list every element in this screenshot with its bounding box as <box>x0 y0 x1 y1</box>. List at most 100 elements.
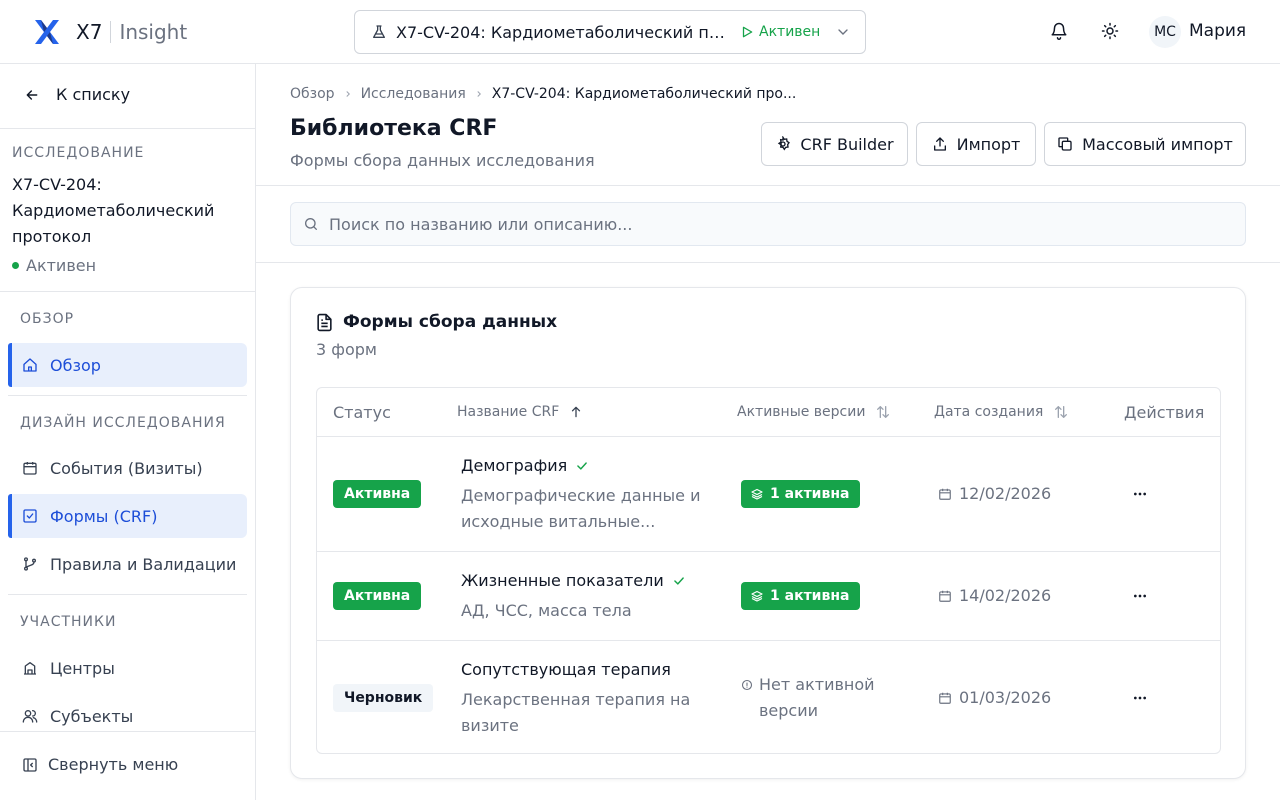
column-label: Статус <box>333 402 391 422</box>
card-title-text: Формы сбора данных <box>343 312 558 332</box>
more-horizontal-icon[interactable] <box>1132 486 1148 502</box>
crf-name[interactable]: Демография <box>461 456 589 475</box>
check-icon <box>577 461 588 470</box>
study-status-text: Активен <box>759 24 821 40</box>
gear-icon <box>778 136 791 151</box>
divider <box>317 551 1220 552</box>
sidebar-item-overview[interactable]: Обзор <box>8 343 247 387</box>
column-header-versions[interactable]: Активные версии <box>737 388 891 436</box>
date-text: 14/02/2026 <box>959 586 1052 605</box>
divider <box>0 731 255 732</box>
layers-icon <box>751 488 763 500</box>
sidebar-item-events[interactable]: События (Визиты) <box>8 446 247 490</box>
no-active-version: Нет активной версии <box>741 672 899 724</box>
more-horizontal-icon[interactable] <box>1132 588 1148 604</box>
search-bar[interactable] <box>290 202 1246 246</box>
sidebar-study-name: X7-CV-204: Кардиометаболический протокол <box>12 175 215 246</box>
crf-description: Демографические данные и исходные виталь… <box>461 486 701 531</box>
section-label-design: ДИЗАЙН ИССЛЕДОВАНИЯ <box>20 415 226 431</box>
column-header-name[interactable]: Название CRF <box>457 388 583 436</box>
logo[interactable]: X7 Insight <box>33 18 187 46</box>
created-date: 01/03/2026 <box>938 688 1051 707</box>
sidebar-item-sites[interactable]: Центры <box>8 646 247 690</box>
sidebar-item-label: Центры <box>50 658 115 678</box>
breadcrumb-current: X7-CV-204: Кардиометаболический про... <box>491 86 797 102</box>
sun-icon[interactable] <box>1101 22 1119 40</box>
divider <box>317 640 1220 641</box>
sidebar: К списку ИССЛЕДОВАНИЕ X7-CV-204: Кардиом… <box>0 64 256 800</box>
collapse-label: Свернуть меню <box>48 755 179 774</box>
date-text: 12/02/2026 <box>959 484 1052 503</box>
main-content: Обзор Исследования X7-CV-204: Кардиомета… <box>256 64 1280 800</box>
arrow-left-icon <box>26 89 38 100</box>
import-button[interactable]: Импорт <box>916 122 1036 166</box>
crf-name-text: Сопутствующая терапия <box>461 660 671 679</box>
avatar[interactable]: МС <box>1149 16 1181 48</box>
product-name: Insight <box>119 20 188 44</box>
search-icon <box>305 218 317 230</box>
breadcrumb-studies[interactable]: Исследования <box>361 86 466 102</box>
crf-name-text: Жизненные показатели <box>461 571 664 590</box>
divider <box>8 395 247 396</box>
sidebar-item-rules[interactable]: Правила и Валидации <box>8 542 247 586</box>
x7-logo-icon <box>35 20 59 44</box>
layers-icon <box>751 590 763 602</box>
chevron-right-icon <box>477 91 481 97</box>
status-badge: Активна <box>333 582 422 610</box>
user-name[interactable]: Мария <box>1189 21 1246 41</box>
forms-card: Формы сбора данных 3 форм Статус Названи… <box>290 287 1246 779</box>
status-badge: Черновик <box>333 684 434 712</box>
date-text: 01/03/2026 <box>959 688 1052 707</box>
more-horizontal-icon[interactable] <box>1132 690 1148 706</box>
breadcrumb-overview[interactable]: Обзор <box>290 86 335 102</box>
breadcrumb: Обзор Исследования X7-CV-204: Кардиомета… <box>290 86 796 102</box>
divider <box>317 436 1220 437</box>
sidebar-collapse-icon <box>23 757 37 772</box>
study-status-badge: Активен <box>740 24 820 40</box>
crf-builder-button[interactable]: CRF Builder <box>761 122 908 166</box>
study-selector-title: X7-CV-204: Кардиометаболический протокол <box>396 22 726 42</box>
crf-description: Лекарственная терапия на визите <box>461 690 691 735</box>
copy-icon <box>1058 137 1072 151</box>
crf-table: Статус Название CRF Активные версии Дата… <box>316 387 1221 754</box>
page-title: Библиотека CRF <box>290 116 498 141</box>
column-header-actions: Действия <box>1124 388 1204 436</box>
divider <box>8 594 247 595</box>
collapse-menu-button[interactable]: Свернуть меню <box>22 755 178 774</box>
sidebar-item-forms[interactable]: Формы (CRF) <box>8 494 247 538</box>
checkbox-icon <box>23 509 37 523</box>
crf-name[interactable]: Жизненные показатели <box>461 571 686 590</box>
crf-name-text: Демография <box>461 456 568 475</box>
divider <box>0 128 255 129</box>
crf-name[interactable]: Сопутствующая терапия <box>461 660 671 679</box>
brand-name: X7 <box>76 20 103 44</box>
column-header-status: Статус <box>333 388 391 436</box>
created-date: 14/02/2026 <box>938 586 1051 605</box>
active-version-badge[interactable]: 1 активна <box>741 582 861 610</box>
column-label: Дата создания <box>934 404 1044 420</box>
check-icon <box>673 576 684 585</box>
status-dot <box>12 262 19 269</box>
status-badge: Активна <box>333 480 422 508</box>
active-version-badge[interactable]: 1 активна <box>741 480 861 508</box>
back-to-list-button[interactable]: К списку <box>24 85 130 104</box>
crf-description: АД, ЧСС, масса тела <box>461 601 632 620</box>
search-input[interactable] <box>329 214 1209 234</box>
version-label: 1 активна <box>770 486 850 502</box>
column-header-created[interactable]: Дата создания <box>934 388 1069 436</box>
building-icon <box>24 662 36 675</box>
section-label-participants: УЧАСТНИКИ <box>20 614 117 630</box>
chevron-right-icon <box>345 91 350 97</box>
back-label: К списку <box>56 85 131 104</box>
sidebar-item-label: Субъекты <box>50 706 134 726</box>
bell-icon[interactable] <box>1050 20 1068 42</box>
bulk-import-button[interactable]: Массовый импорт <box>1044 122 1246 166</box>
play-icon <box>742 26 753 38</box>
column-label: Название CRF <box>457 404 560 420</box>
column-label: Действия <box>1124 402 1205 422</box>
import-label: Импорт <box>956 134 1021 154</box>
sort-icon <box>877 406 890 418</box>
calendar-icon <box>939 692 951 704</box>
calendar-icon <box>939 590 951 602</box>
study-selector[interactable]: X7-CV-204: Кардиометаболический протокол… <box>354 10 866 54</box>
